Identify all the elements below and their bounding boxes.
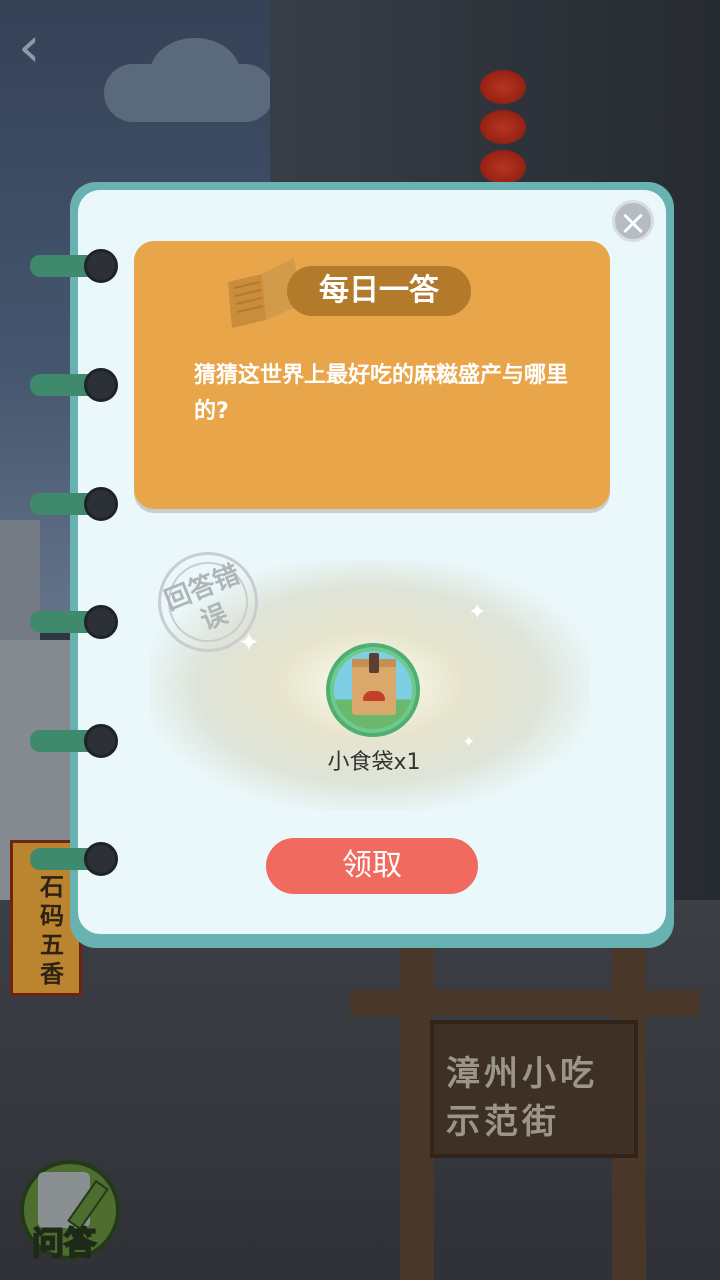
dish-cover-icon [363, 691, 385, 701]
sparkle-icon: ✦ [468, 600, 487, 625]
qa-button-label: 问答 [31, 1223, 97, 1263]
quiz-title: 每日一答 [287, 266, 471, 316]
binder-hole [84, 724, 118, 758]
back-button[interactable]: ‹ [18, 20, 58, 78]
binder-hole [84, 368, 118, 402]
chevron-left-icon: ‹ [18, 15, 41, 80]
bag-clip [369, 653, 379, 673]
food-bag-icon [326, 643, 420, 737]
sparkle-icon: ✦ [462, 732, 476, 751]
reward-label: 小食袋x1 [327, 750, 421, 775]
claim-button[interactable]: 领取 [266, 838, 478, 894]
close-button[interactable]: × [612, 200, 654, 243]
binder-hole [84, 249, 118, 283]
question-text: 猜猜这世界上最好吃的麻糍盛产与哪里的? [194, 363, 569, 424]
close-icon: × [618, 203, 648, 243]
binder-hole [84, 487, 118, 521]
binder-hole [84, 605, 118, 639]
binder-hole [84, 842, 118, 876]
